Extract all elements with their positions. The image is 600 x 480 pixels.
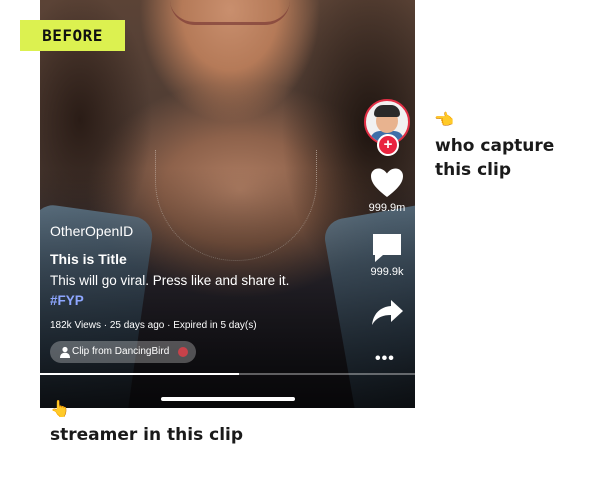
capturer-annotation-line2: this clip: [435, 160, 511, 180]
playback-progress-bar[interactable]: [40, 373, 415, 375]
like-count: 999.9m: [368, 202, 406, 214]
avatar-hair: [374, 105, 400, 117]
share-icon[interactable]: [369, 296, 405, 328]
post-title: This is Title: [50, 251, 127, 267]
pointing-up-emoji: 👆: [50, 401, 70, 418]
pointing-left-emoji: 👈: [434, 112, 454, 129]
clip-source-label: Clip from DancingBird: [72, 346, 170, 357]
capturer-annotation: who capture this clip: [435, 134, 554, 182]
person-icon: [60, 346, 70, 358]
author-open-id[interactable]: OtherOpenID: [50, 223, 133, 239]
before-badge: BEFORE: [20, 20, 125, 51]
capturer-annotation-line1: who capture: [435, 136, 555, 156]
heart-icon[interactable]: [369, 167, 405, 199]
comment-icon[interactable]: [369, 232, 405, 264]
playback-progress-fill: [40, 373, 239, 375]
home-indicator: [161, 397, 295, 401]
post-description: This will go viral. Press like and share…: [50, 273, 290, 288]
hashtag-link[interactable]: #FYP: [50, 293, 84, 308]
video-background-detail: [170, 0, 290, 25]
post-meta: 182k Views · 25 days ago · Expired in 5 …: [50, 320, 257, 331]
clip-source-pill[interactable]: Clip from DancingBird: [50, 341, 196, 363]
streamer-annotation: streamer in this clip: [50, 425, 244, 445]
follow-plus-button[interactable]: +: [377, 134, 399, 156]
bird-icon: [178, 347, 188, 357]
more-icon[interactable]: •••: [375, 350, 395, 368]
comment-count: 999.9k: [370, 266, 404, 278]
